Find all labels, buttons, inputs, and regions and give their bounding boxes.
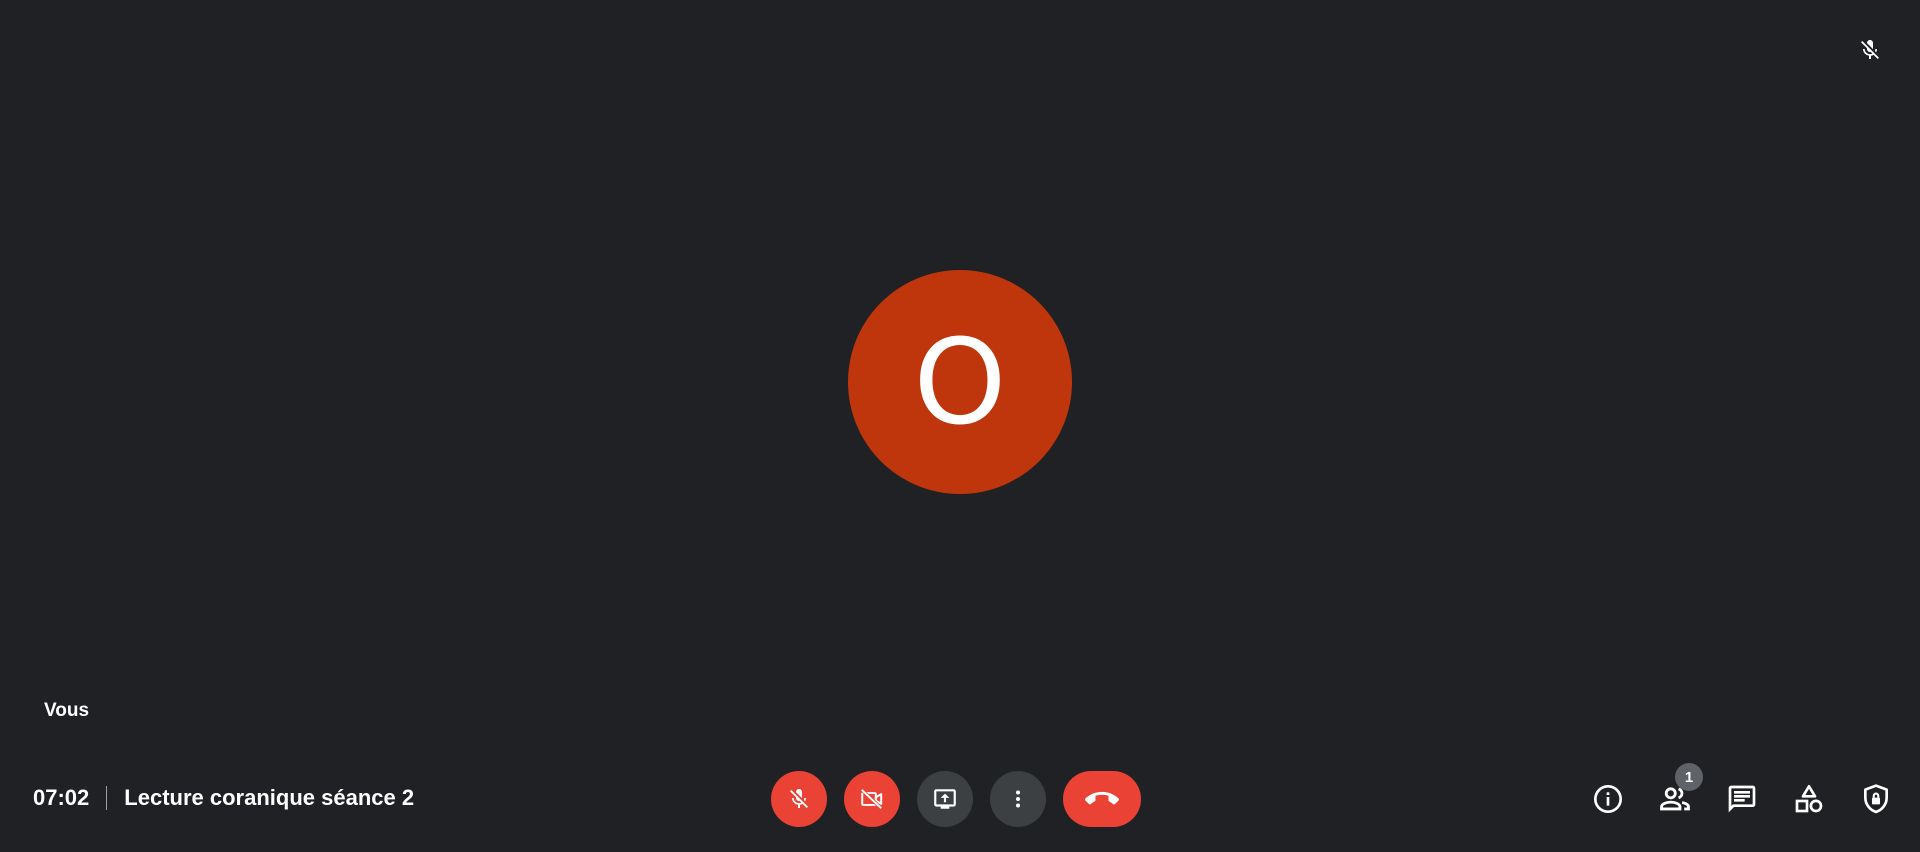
- mic-off-icon: [790, 789, 808, 808]
- chat-icon: [1728, 785, 1756, 813]
- people-button[interactable]: 1: [1651, 763, 1703, 823]
- videocam-off-icon: [860, 788, 883, 810]
- shield-lock-icon: [1864, 784, 1888, 814]
- meeting-title: Lecture coranique séance 2: [124, 785, 415, 810]
- meeting-details: 07:02 Lecture coranique séance 2: [33, 778, 414, 818]
- call-end-icon: [1085, 791, 1119, 805]
- meeting-details-button[interactable]: [1584, 775, 1632, 823]
- info-icon: [1594, 785, 1622, 813]
- mic-off-icon: [1856, 36, 1884, 64]
- side-panel-buttons: 1: [1565, 763, 1900, 828]
- present-screen-button[interactable]: [917, 771, 973, 827]
- meeting-stage: O Vous 07:02 Lecture coranique séance 2: [0, 0, 1920, 852]
- microphone-toggle-button[interactable]: [771, 771, 827, 827]
- activities-icon: [1795, 785, 1823, 813]
- more-options-button[interactable]: [990, 771, 1046, 827]
- leave-call-button[interactable]: [1063, 771, 1141, 827]
- activities-button[interactable]: [1785, 775, 1833, 823]
- camera-toggle-button[interactable]: [844, 771, 900, 827]
- avatar-initial: O: [913, 313, 1007, 451]
- present-screen-icon: [934, 789, 956, 809]
- host-controls-button[interactable]: [1852, 775, 1900, 823]
- chat-button[interactable]: [1718, 775, 1766, 823]
- meeting-clock: 07:02: [33, 785, 90, 810]
- self-name-label: Vous: [44, 700, 90, 721]
- participant-count-badge: 1: [1675, 763, 1703, 791]
- call-controls: [771, 770, 1141, 828]
- participant-avatar: O: [848, 270, 1072, 494]
- meeting-info-divider: [106, 786, 108, 810]
- more-vert-icon: [1016, 790, 1020, 808]
